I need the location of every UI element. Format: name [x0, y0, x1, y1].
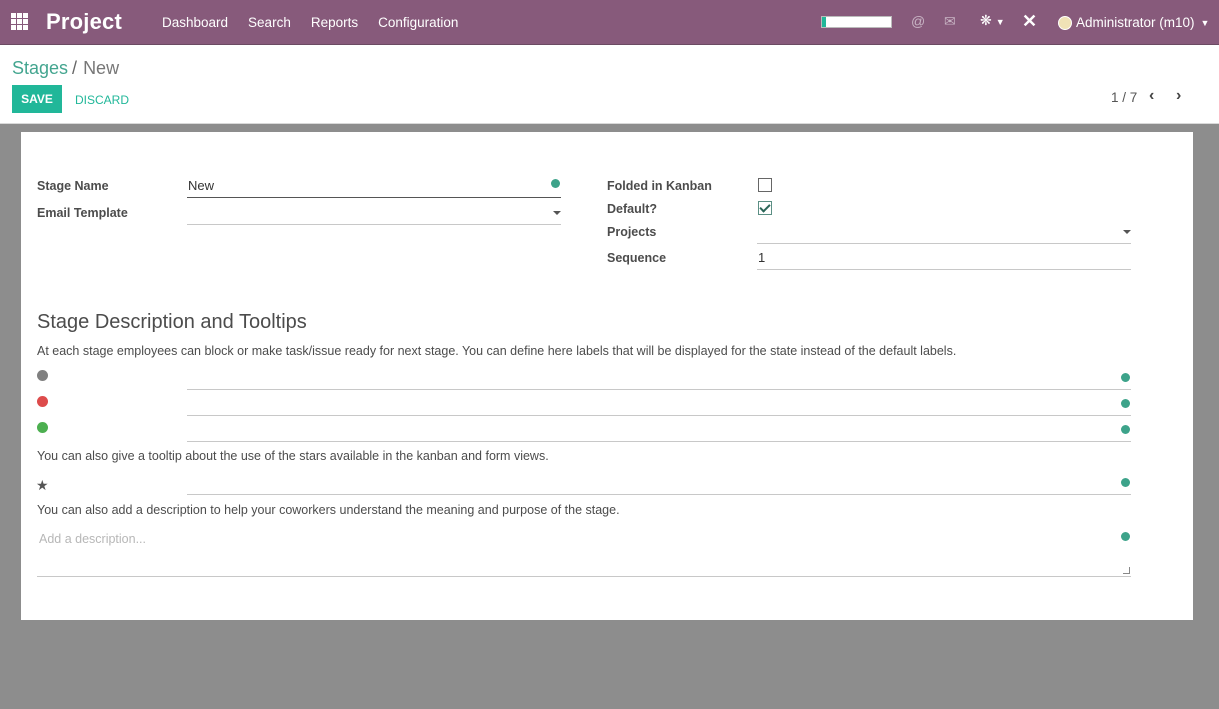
top-navbar: Project Dashboard Search Reports Configu…: [0, 0, 1219, 45]
menu-configuration[interactable]: Configuration: [378, 15, 458, 30]
save-button[interactable]: SAVE: [12, 85, 62, 113]
discard-button[interactable]: DISCARD: [75, 93, 129, 107]
resize-grip-icon[interactable]: [1123, 567, 1130, 574]
section-intro: At each stage employees can block or mak…: [37, 344, 957, 358]
folded-kanban-label: Folded in Kanban: [607, 179, 712, 193]
pager-value: 1 / 7: [1111, 90, 1138, 105]
description-help-text: You can also add a description to help y…: [37, 503, 620, 517]
app-brand: Project: [46, 9, 122, 34]
translate-globe-icon[interactable]: [1121, 373, 1130, 382]
stage-name-input[interactable]: New: [187, 173, 561, 198]
translate-globe-icon[interactable]: [1121, 425, 1130, 434]
red-state-label-input[interactable]: [187, 415, 1131, 416]
email-template-select[interactable]: [187, 200, 561, 225]
avatar: [1058, 15, 1072, 30]
email-template-label: Email Template: [37, 206, 128, 220]
translate-globe-icon[interactable]: [1121, 399, 1130, 408]
stars-tooltip-text: You can also give a tooltip about the us…: [37, 449, 549, 463]
chevron-down-icon: [1123, 230, 1131, 234]
description-placeholder: Add a description...: [39, 532, 147, 546]
default-checkbox[interactable]: [758, 201, 772, 215]
default-label: Default?: [607, 202, 657, 216]
green-state-dot: [37, 422, 48, 433]
chat-icon[interactable]: ✉: [944, 13, 956, 30]
chevron-left-icon[interactable]: ‹: [1149, 87, 1154, 105]
section-title: Stage Description and Tooltips: [37, 311, 307, 333]
star-icon: ★: [36, 477, 49, 493]
translate-globe-icon[interactable]: [1121, 532, 1130, 541]
menu-dashboard[interactable]: Dashboard: [162, 15, 228, 30]
stars-tooltip-input[interactable]: [187, 494, 1131, 495]
projects-select[interactable]: [757, 219, 1131, 244]
breadcrumb: Stages / New: [12, 58, 119, 79]
breadcrumb-stages[interactable]: Stages: [12, 58, 68, 78]
green-state-label-input[interactable]: [187, 441, 1131, 442]
sequence-label: Sequence: [607, 251, 667, 265]
breadcrumb-separator: /: [72, 58, 78, 78]
bug-icon[interactable]: ❋ ▼: [980, 12, 1005, 29]
control-panel: Stages / New SAVE DISCARD 1 / 7 ‹ ›: [0, 45, 1219, 124]
progress-bar[interactable]: [821, 16, 892, 28]
chevron-down-icon: ▼: [1200, 17, 1210, 28]
grey-state-label-input[interactable]: [187, 389, 1131, 390]
translate-globe-icon[interactable]: [1121, 478, 1130, 487]
stage-name-label: Stage Name: [37, 179, 109, 193]
user-name: Administrator (m10): [1076, 15, 1195, 30]
close-icon[interactable]: ✕: [1022, 11, 1037, 32]
chevron-down-icon: [553, 211, 561, 215]
translate-globe-icon[interactable]: [551, 179, 560, 188]
red-state-dot: [37, 396, 48, 407]
grey-state-dot: [37, 370, 48, 381]
user-menu[interactable]: Administrator (m10) ▼: [1058, 15, 1209, 30]
stage-name-value: New: [188, 178, 215, 193]
sequence-input[interactable]: 1: [757, 245, 1131, 270]
chevron-right-icon[interactable]: ›: [1176, 87, 1181, 105]
description-textarea[interactable]: Add a description...: [37, 528, 1131, 577]
main-menu: Dashboard Search Reports Configuration: [162, 15, 478, 30]
progress-fill: [822, 17, 827, 27]
projects-label: Projects: [607, 225, 657, 239]
apps-icon[interactable]: [11, 13, 28, 30]
sequence-value: 1: [758, 250, 766, 265]
breadcrumb-current: New: [83, 58, 120, 78]
form-sheet: Stage Name New Email Template Folded in …: [21, 132, 1193, 620]
folded-kanban-checkbox[interactable]: [758, 178, 772, 192]
menu-search[interactable]: Search: [248, 15, 291, 30]
menu-reports[interactable]: Reports: [311, 15, 358, 30]
at-icon[interactable]: @: [911, 13, 925, 29]
